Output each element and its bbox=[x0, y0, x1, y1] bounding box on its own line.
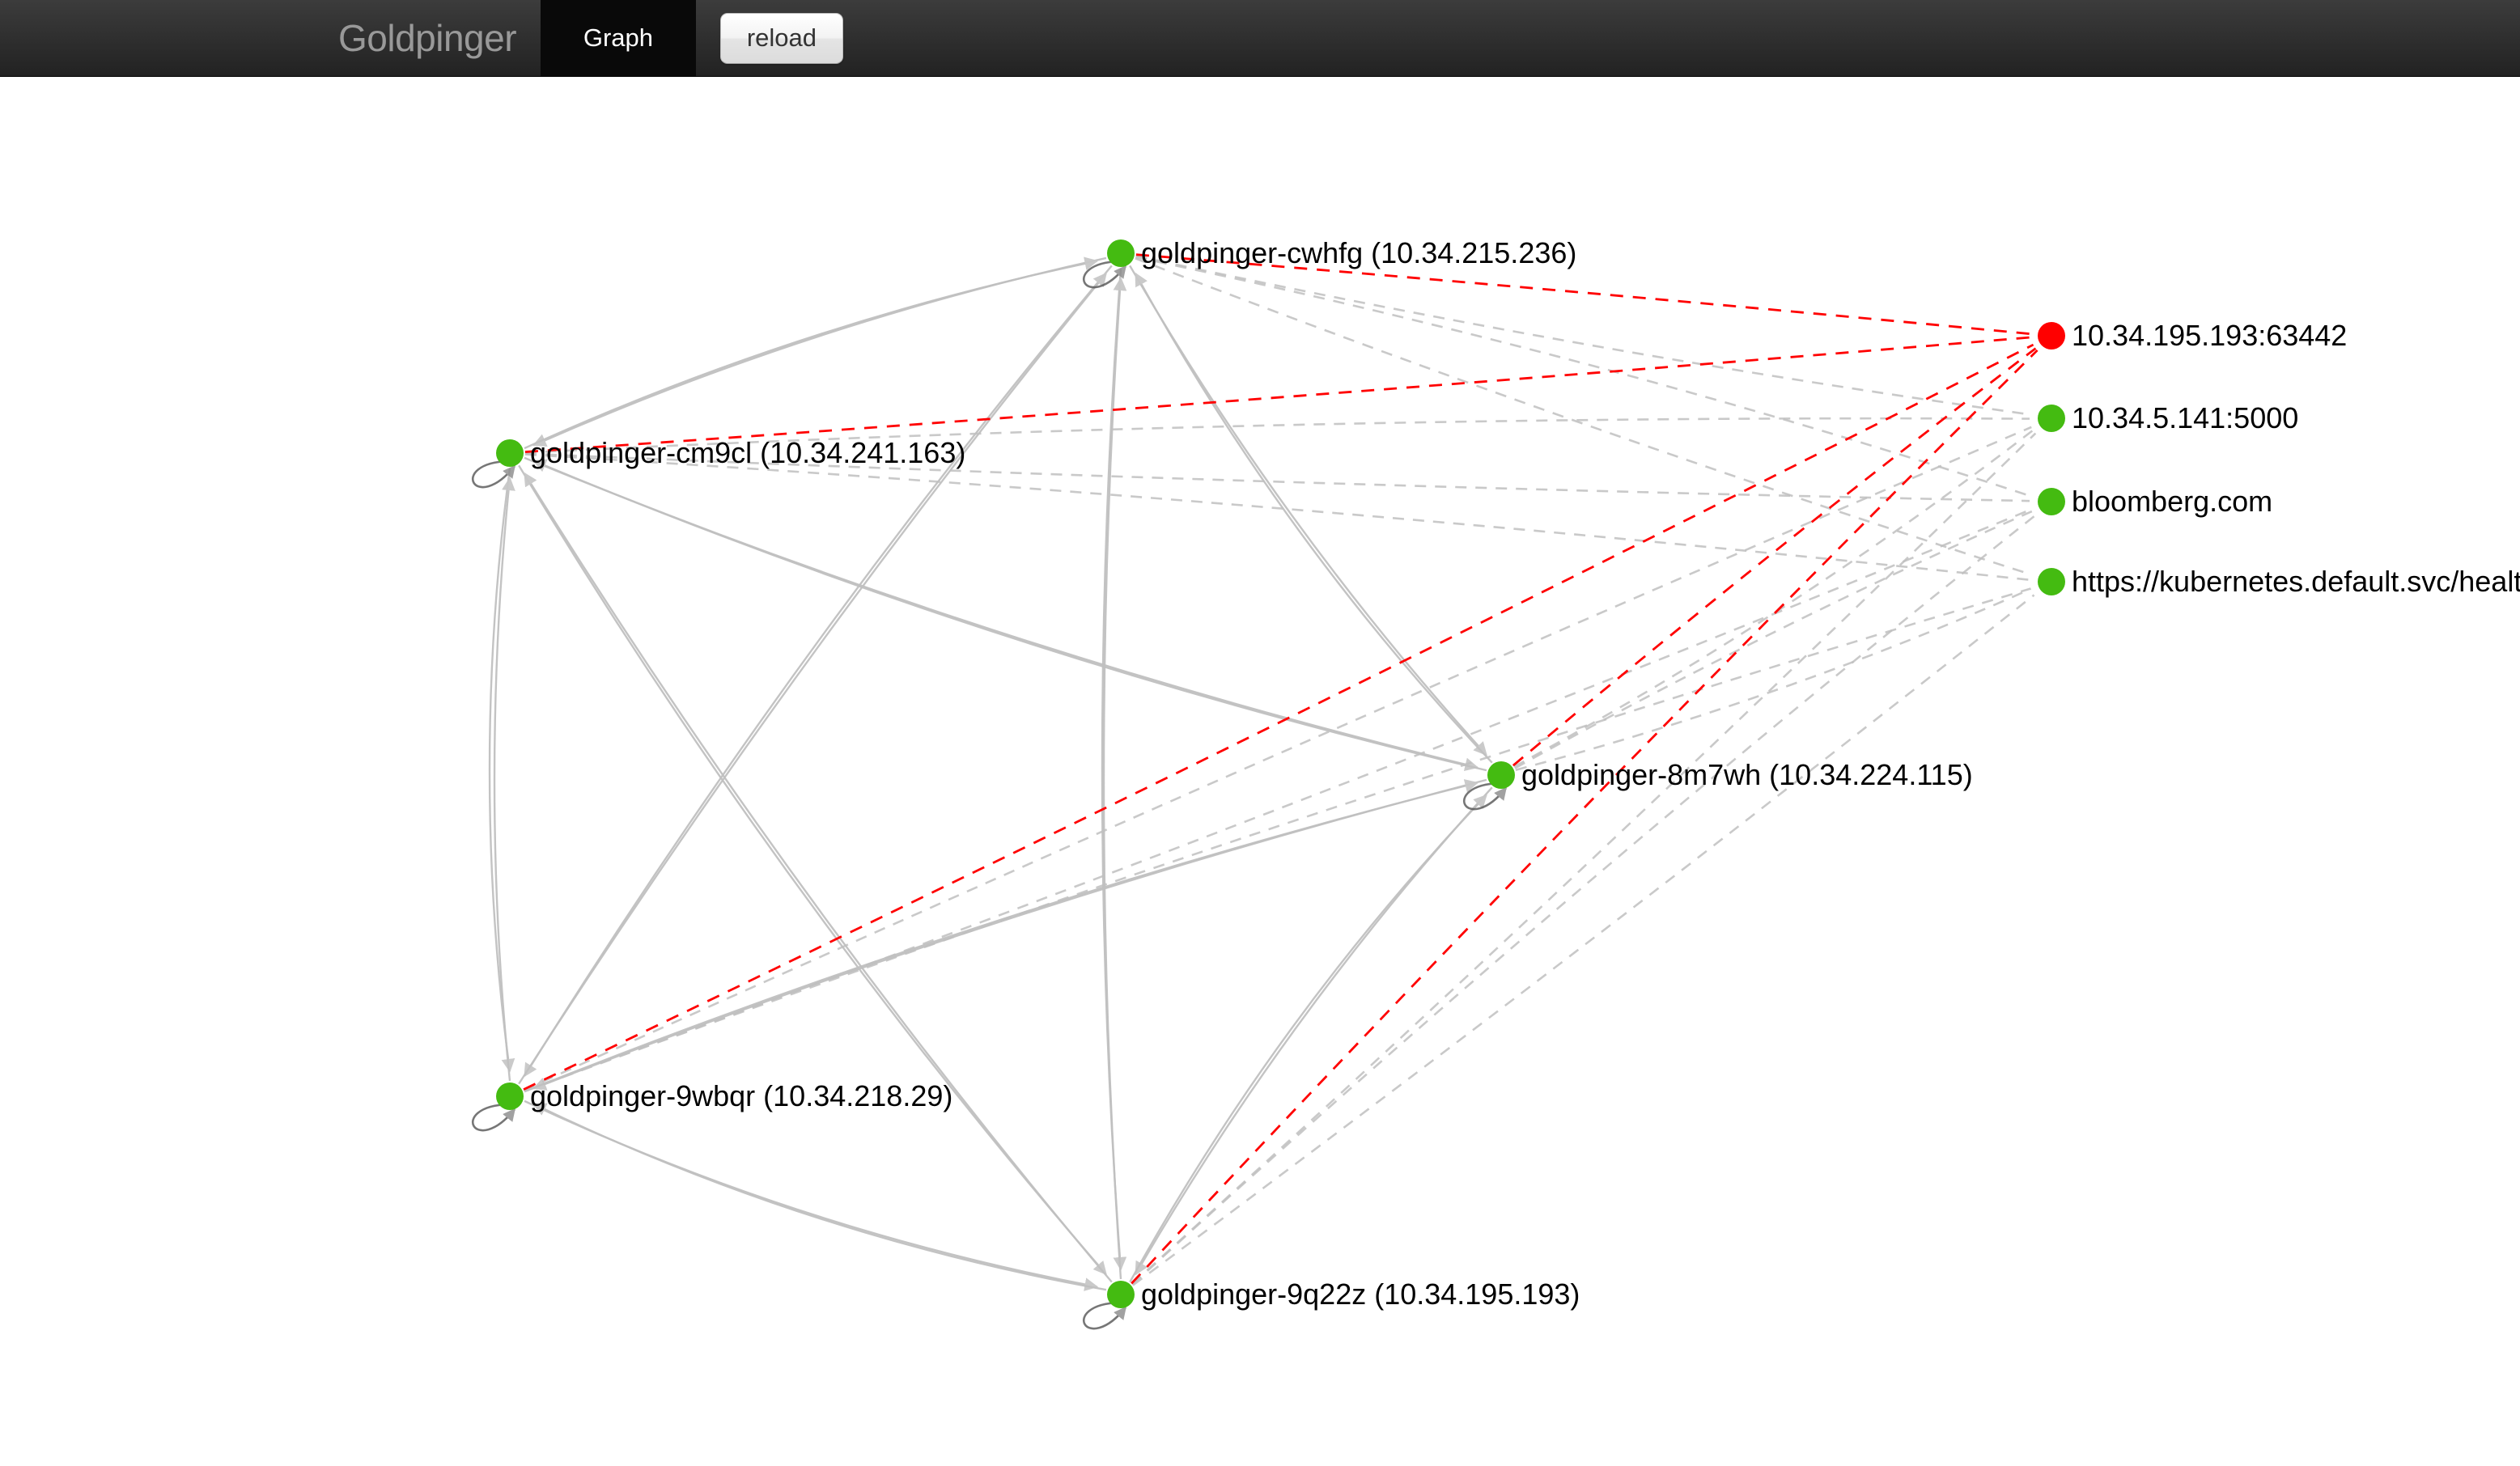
graph-node-label-8m7wh: goldpinger-8m7wh (10.34.224.115) bbox=[1521, 758, 1973, 791]
graph-node-label-9q22z: goldpinger-9q22z (10.34.195.193) bbox=[1141, 1277, 1580, 1311]
graph-node-cm9cl[interactable] bbox=[496, 439, 524, 467]
reload-wrapper: reload bbox=[696, 0, 844, 76]
graph-edge bbox=[524, 587, 2031, 1093]
graph-edge bbox=[518, 272, 1107, 1085]
graph-edge bbox=[1135, 255, 2030, 416]
graph-edge bbox=[1512, 347, 2037, 767]
graph-node-9wbqr[interactable] bbox=[496, 1083, 524, 1110]
graph-node-label-kubernetes: https://kubernetes.default.svc/healthz bbox=[2072, 565, 2520, 598]
graph-node-label-9wbqr: goldpinger-9wbqr (10.34.218.29) bbox=[530, 1079, 953, 1112]
graph-edge bbox=[524, 472, 1113, 1283]
graph-edge bbox=[524, 256, 1099, 450]
nav-links: GraphDataHeatmapRawMetrics bbox=[541, 0, 696, 356]
graph-edge bbox=[1135, 272, 1493, 764]
graph-edge bbox=[1135, 257, 2031, 576]
graph-edge bbox=[532, 1103, 1107, 1291]
graph-edge bbox=[488, 468, 515, 1073]
graph-edge bbox=[524, 508, 2032, 1092]
graph-node-kubernetes[interactable] bbox=[2038, 568, 2065, 595]
graph-edge bbox=[518, 464, 1107, 1276]
navbar: Goldpinger GraphDataHeatmapRawMetrics re… bbox=[0, 0, 2520, 356]
graph-edge bbox=[1514, 510, 2033, 769]
graph-edge bbox=[532, 459, 1487, 772]
graph-node-err[interactable] bbox=[2038, 322, 2065, 350]
graph-edge bbox=[1515, 587, 2032, 771]
graph-edge bbox=[1129, 794, 1487, 1283]
graph-edge bbox=[524, 265, 1113, 1078]
graph-edge bbox=[1132, 594, 2035, 1286]
graph-node-bloomberg[interactable] bbox=[2038, 488, 2065, 515]
graph-canvas[interactable]: goldpinger-cwhfg (10.34.215.236) goldping… bbox=[0, 77, 2520, 1466]
graph-edge bbox=[493, 477, 515, 1082]
graph-edge bbox=[1131, 515, 2036, 1286]
graph-node-label-svc5000: 10.34.5.141:5000 bbox=[2072, 401, 2299, 434]
brand-title[interactable]: Goldpinger bbox=[338, 0, 541, 76]
graph-node-label-err: 10.34.195.193:63442 bbox=[2072, 319, 2348, 352]
graph-edge bbox=[532, 256, 1107, 447]
graph-node-9q22z[interactable] bbox=[1107, 1281, 1135, 1308]
graph-edge bbox=[1129, 265, 1487, 756]
graph-edge bbox=[1135, 256, 2031, 498]
edges-solid-layer bbox=[488, 256, 1493, 1291]
graph-svg bbox=[471, 253, 2038, 1330]
graph-edge bbox=[1513, 429, 2034, 768]
graph-node-label-bloomberg: bloomberg.com bbox=[2072, 485, 2273, 518]
graph-edge bbox=[1131, 432, 2037, 1285]
graph-edge bbox=[524, 456, 1479, 772]
graph-edge bbox=[524, 453, 2030, 582]
graph-node-svc5000[interactable] bbox=[2038, 405, 2065, 432]
nav-link-graph[interactable]: Graph bbox=[541, 0, 696, 76]
graph-edge bbox=[524, 1100, 1099, 1291]
graph-node-label-cm9cl: goldpinger-cm9cl (10.34.241.163) bbox=[530, 436, 966, 469]
graph-edge bbox=[524, 779, 1479, 1093]
reload-button[interactable]: reload bbox=[719, 12, 844, 64]
graph-edge bbox=[1135, 786, 1493, 1276]
graph-node-label-cwhfg: goldpinger-cwhfg (10.34.215.236) bbox=[1141, 236, 1577, 269]
navbar-inner: Goldpinger GraphDataHeatmapRawMetrics re… bbox=[338, 0, 844, 356]
graph-node-cwhfg[interactable] bbox=[1107, 239, 1135, 267]
graph-edge bbox=[532, 778, 1487, 1091]
graph-edge bbox=[524, 336, 2032, 453]
graph-node-8m7wh[interactable] bbox=[1487, 761, 1515, 789]
